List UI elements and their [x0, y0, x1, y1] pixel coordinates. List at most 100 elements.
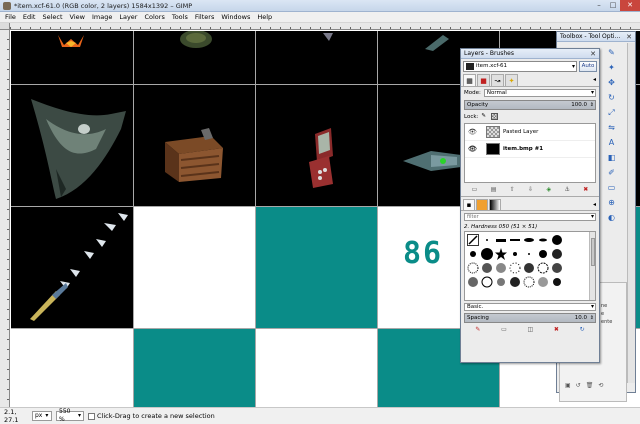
mode-select[interactable]: Normal ▾ [483, 89, 596, 97]
tab-gradients[interactable] [489, 199, 501, 210]
delete-brush-icon[interactable]: ✖ [554, 326, 559, 334]
close-icon[interactable]: ✕ [590, 49, 596, 59]
move-tool-icon[interactable]: ✥ [605, 76, 618, 89]
brush-swatch[interactable] [551, 276, 563, 288]
edit-brush-icon[interactable]: ✎ [475, 326, 480, 334]
tab-paths[interactable]: ↝ [491, 74, 504, 86]
eye-icon[interactable]: 👁 [468, 146, 477, 153]
spacing-slider[interactable]: Spacing 10.0 ⇕ [464, 313, 596, 323]
scale-tool-icon[interactable]: ⤢ [605, 106, 618, 119]
brush-swatch[interactable] [509, 248, 521, 260]
brush-swatch[interactable] [481, 276, 493, 288]
menu-filters[interactable]: Filters [195, 13, 214, 21]
flip-tool-icon[interactable]: ⇋ [605, 121, 618, 134]
delete-layer-icon[interactable]: ✖ [583, 186, 588, 193]
brush-swatch[interactable] [467, 262, 479, 274]
restore-options-icon[interactable]: ↺ [576, 382, 581, 389]
image-select[interactable]: item.xcf-61 ▾ [463, 61, 577, 72]
brush-swatch[interactable] [537, 262, 549, 274]
brush-grid[interactable] [464, 231, 596, 301]
tab-menu-icon[interactable]: ◂ [593, 201, 596, 208]
brush-swatch[interactable] [467, 276, 479, 288]
refresh-brushes-icon[interactable]: ↻ [580, 326, 585, 334]
clone-tool-icon[interactable]: ⊕ [605, 196, 618, 209]
ruler-corner[interactable] [0, 23, 10, 30]
zoom-select[interactable]: 550 % ▾ [56, 408, 84, 423]
new-brush-icon[interactable]: ▭ [501, 326, 507, 334]
tab-patterns[interactable] [476, 199, 488, 210]
fuzzy-select-tool-icon[interactable]: ✦ [605, 61, 618, 74]
brush-scrollbar[interactable] [589, 232, 595, 300]
toolbox-scrollbar[interactable] [627, 43, 635, 383]
reset-options-icon[interactable]: ⟲ [598, 382, 603, 389]
brush-swatch[interactable] [551, 234, 563, 246]
bucket-fill-tool-icon[interactable]: ◧ [605, 151, 618, 164]
tab-brushes[interactable]: ▪ [463, 199, 475, 210]
menu-select[interactable]: Select [42, 13, 62, 21]
brush-swatch[interactable] [495, 234, 507, 246]
brush-swatch[interactable] [481, 234, 493, 246]
save-options-icon[interactable]: ▣ [565, 382, 571, 389]
lock-pixels-icon[interactable]: ✎ [481, 113, 488, 120]
vertical-ruler[interactable] [0, 30, 10, 407]
horizontal-ruler[interactable] [10, 23, 640, 30]
menu-layer[interactable]: Layer [119, 13, 137, 21]
rotate-tool-icon[interactable]: ↻ [605, 91, 618, 104]
lock-alpha-icon[interactable] [491, 113, 499, 120]
menu-windows[interactable]: Windows [221, 13, 250, 21]
menu-view[interactable]: View [70, 13, 85, 21]
spinner-icon[interactable]: ⇕ [590, 314, 594, 322]
menu-edit[interactable]: Edit [23, 13, 36, 21]
delete-options-icon[interactable]: 🗑 [586, 382, 594, 389]
brush-swatch[interactable] [509, 262, 521, 274]
brush-swatch[interactable] [467, 248, 479, 260]
auto-button[interactable]: Auto [579, 61, 597, 72]
lower-layer-icon[interactable]: ⇩ [528, 186, 533, 193]
close-button[interactable]: ✕ [620, 0, 640, 11]
eye-icon[interactable]: 👁 [468, 129, 477, 136]
new-layer-icon[interactable]: ▭ [472, 186, 478, 193]
anchor-layer-icon[interactable]: ⚓ [565, 186, 570, 193]
brush-swatch[interactable] [509, 276, 521, 288]
opacity-slider[interactable]: Opacity 100.0 ⇕ [464, 100, 596, 110]
brush-category-select[interactable]: Basic. ▾ [464, 303, 596, 311]
menu-colors[interactable]: Colors [144, 13, 164, 21]
brush-swatch[interactable] [551, 248, 563, 260]
brush-swatch[interactable] [523, 248, 535, 260]
brush-swatch[interactable] [537, 276, 549, 288]
brush-swatch[interactable] [509, 234, 521, 246]
new-group-icon[interactable]: ▤ [491, 186, 497, 193]
minimize-button[interactable]: – [592, 0, 606, 11]
tab-menu-icon[interactable]: ◂ [593, 76, 596, 83]
dodge-tool-icon[interactable]: ◐ [605, 211, 618, 224]
brush-swatch[interactable] [523, 262, 535, 274]
brush-swatch[interactable] [495, 276, 507, 288]
brush-swatch[interactable] [523, 234, 535, 246]
cancel-icon[interactable] [88, 412, 95, 420]
brush-swatch[interactable] [495, 248, 507, 260]
brush-swatch[interactable] [481, 262, 493, 274]
eraser-tool-icon[interactable]: ▭ [605, 181, 618, 194]
menu-help[interactable]: Help [257, 13, 272, 21]
raise-layer-icon[interactable]: ⇧ [510, 186, 515, 193]
menu-image[interactable]: Image [92, 13, 112, 21]
duplicate-brush-icon[interactable]: ◫ [527, 326, 533, 334]
brush-swatch[interactable] [495, 262, 507, 274]
pencil-tool-icon[interactable]: ✎ [605, 46, 618, 59]
brush-swatch[interactable] [467, 234, 479, 246]
brush-swatch[interactable] [481, 248, 493, 260]
tab-layers[interactable]: ▦ [463, 74, 476, 86]
scrollbar-thumb[interactable] [591, 238, 595, 266]
duplicate-layer-icon[interactable]: ◈ [547, 186, 552, 193]
layer-row[interactable]: 👁 item.bmp #1 [465, 141, 595, 158]
text-tool-icon[interactable]: A [605, 136, 618, 149]
tab-channels[interactable]: ■ [477, 74, 490, 86]
layer-row[interactable]: 👁 Pasted Layer [465, 124, 595, 141]
maximize-button[interactable]: □ [606, 0, 620, 11]
brush-swatch[interactable] [537, 234, 549, 246]
brush-swatch[interactable] [523, 276, 535, 288]
brush-swatch[interactable] [551, 262, 563, 274]
menu-tools[interactable]: Tools [172, 13, 188, 21]
tab-undo[interactable]: ✦ [505, 74, 518, 86]
brush-tool-icon[interactable]: ✐ [605, 166, 618, 179]
